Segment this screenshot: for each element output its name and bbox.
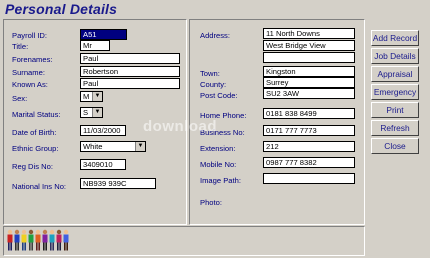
dob-label: Date of Birth:	[12, 128, 57, 137]
job-details-button[interactable]: Job Details	[371, 48, 419, 64]
sex-dropdown[interactable]: M ▼	[80, 91, 103, 102]
title-field[interactable]: Mr	[80, 40, 110, 51]
ethnic-group-label: Ethnic Group:	[12, 144, 59, 153]
person-icon	[14, 229, 20, 251]
address-line1-field[interactable]: 11 North Downs	[263, 28, 355, 39]
print-button[interactable]: Print	[371, 102, 419, 118]
add-record-button[interactable]: Add Record	[371, 30, 419, 46]
page-title: Personal Details	[5, 1, 118, 17]
person-icon	[35, 229, 41, 251]
person-icon	[7, 229, 13, 251]
marital-status-label: Marital Status:	[12, 110, 61, 119]
surname-field[interactable]: Robertson	[80, 66, 180, 77]
post-code-label: Post Code:	[200, 91, 238, 100]
reg-dis-no-label: Reg Dis No:	[12, 162, 53, 171]
extension-label: Extension:	[200, 144, 236, 153]
ethnic-group-value: White	[83, 142, 103, 151]
chevron-down-icon[interactable]: ▼	[92, 92, 102, 101]
extension-field[interactable]: 212	[263, 141, 355, 152]
known-as-field[interactable]: Paul	[80, 78, 180, 89]
national-ins-no-label: National Ins No:	[12, 182, 67, 191]
ethnic-group-dropdown[interactable]: White ▼	[80, 141, 146, 152]
town-label: Town:	[200, 69, 220, 78]
address-line3-field[interactable]	[263, 52, 355, 63]
appraisal-button[interactable]: Appraisal	[371, 66, 419, 82]
county-field[interactable]: Surrey	[263, 77, 355, 88]
payroll-id-field[interactable]: A51	[80, 29, 127, 40]
watermark: download	[143, 118, 217, 135]
town-field[interactable]: Kingston	[263, 66, 355, 77]
home-phone-field[interactable]: 0181 838 8499	[263, 108, 355, 119]
mobile-no-field[interactable]: 0987 777 8382	[263, 157, 355, 168]
marital-status-dropdown[interactable]: S ▼	[80, 107, 103, 118]
person-icon	[49, 229, 55, 251]
dob-field[interactable]: 11/03/2000	[80, 125, 126, 136]
photo-label: Photo:	[200, 198, 222, 207]
county-label: County:	[200, 80, 227, 89]
surname-label: Surname:	[12, 68, 45, 77]
payroll-id-label: Payroll ID:	[12, 31, 48, 40]
chevron-down-icon[interactable]: ▼	[135, 142, 145, 151]
marital-status-value: S	[83, 108, 89, 117]
person-icon	[56, 229, 62, 251]
image-path-field[interactable]	[263, 173, 355, 184]
close-button[interactable]: Close	[371, 138, 419, 154]
business-no-field[interactable]: 0171 777 7773	[263, 125, 355, 136]
button-column: Add Record Job Details Appraisal Emergen…	[367, 22, 427, 222]
national-ins-no-field[interactable]: NB939 939C	[80, 178, 156, 189]
person-icon	[42, 229, 48, 251]
person-icon	[63, 229, 69, 251]
address-label: Address:	[200, 31, 230, 40]
known-as-label: Known As:	[12, 80, 48, 89]
address-line2-field[interactable]: West Bridge View	[263, 40, 355, 51]
chevron-down-icon[interactable]: ▼	[92, 108, 102, 117]
image-path-label: Image Path:	[200, 176, 241, 185]
forenames-label: Forenames:	[12, 55, 53, 64]
emergency-button[interactable]: Emergency	[371, 84, 419, 100]
mobile-no-label: Mobile No:	[200, 160, 237, 169]
title-label: Title:	[12, 42, 29, 51]
refresh-button[interactable]: Refresh	[371, 120, 419, 136]
people-logo	[7, 229, 69, 251]
person-icon	[28, 229, 34, 251]
sex-value: M	[83, 92, 90, 101]
sex-label: Sex:	[12, 94, 28, 103]
forenames-field[interactable]: Paul	[80, 53, 180, 64]
reg-dis-no-field[interactable]: 3409010	[80, 159, 126, 170]
post-code-field[interactable]: SU2 3AW	[263, 88, 355, 99]
person-icon	[21, 229, 27, 251]
